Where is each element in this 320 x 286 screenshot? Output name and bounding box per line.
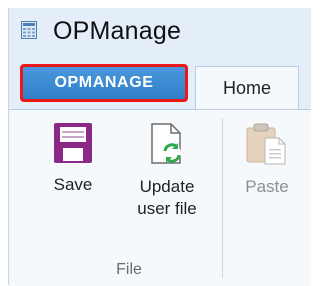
update-user-file-label: Update user file: [137, 177, 197, 218]
tab-home[interactable]: Home: [195, 66, 299, 110]
file-group-label: File: [116, 261, 142, 278]
paste-button[interactable]: Paste: [239, 122, 295, 198]
ribbon-tab-row: OPMANAGE Home: [9, 62, 311, 110]
tab-opmanage[interactable]: OPMANAGE: [23, 66, 185, 100]
save-button-label: Save: [53, 175, 93, 194]
application-window: OPManage OPMANAGE Home Save Update user …: [8, 8, 311, 286]
update-user-file-button[interactable]: Update user file: [121, 122, 213, 220]
paste-button-label: Paste: [245, 177, 289, 196]
app-icon: [21, 21, 37, 39]
group-separator: [222, 118, 223, 278]
clipboard-paste-icon: [246, 123, 286, 165]
ribbon-panel: Save Update user file File Paste: [9, 109, 311, 286]
document-refresh-icon: [151, 123, 181, 164]
title-bar: OPManage: [9, 8, 311, 52]
save-button[interactable]: Save: [45, 122, 101, 196]
floppy-disk-icon: [54, 123, 92, 163]
window-title: OPManage: [53, 17, 182, 45]
